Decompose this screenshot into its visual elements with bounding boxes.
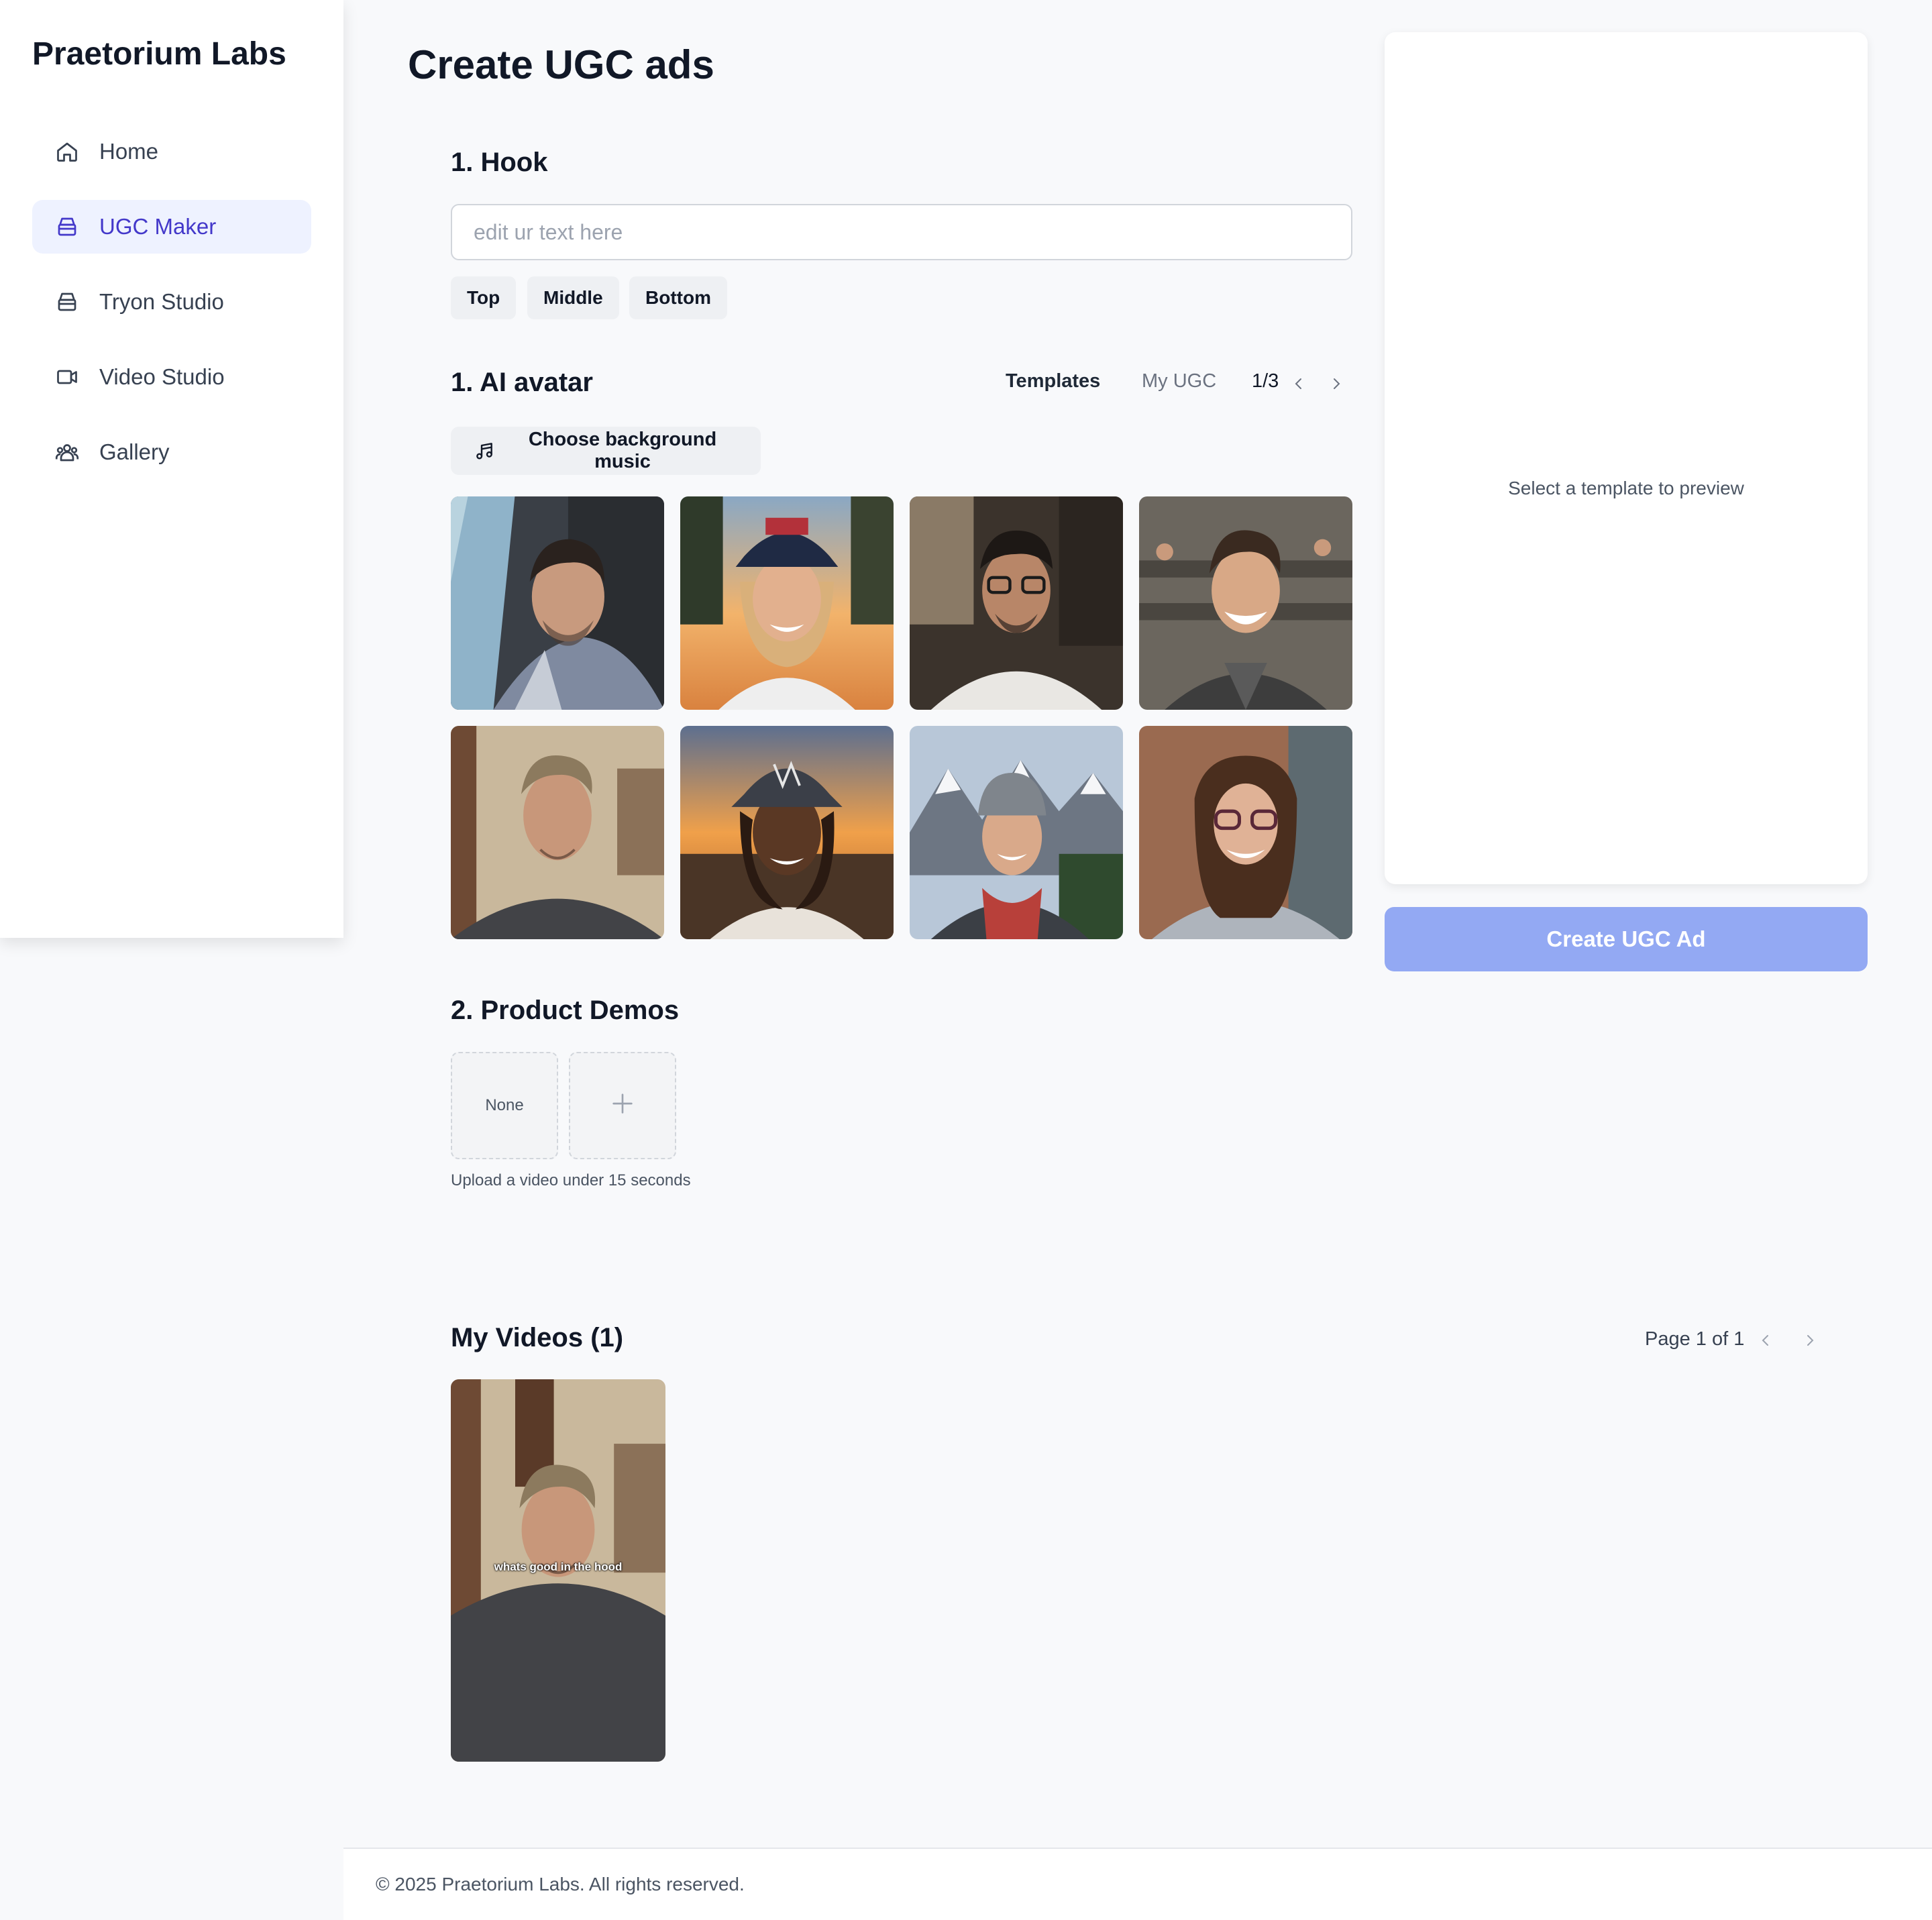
- choose-music-label: Choose background music: [528, 429, 717, 472]
- avatar-thumbnail[interactable]: [1139, 496, 1352, 710]
- sidebar-item-label: Home: [99, 139, 159, 164]
- sidebar-item-label: UGC Maker: [99, 214, 217, 239]
- chevron-right-icon[interactable]: [1801, 1331, 1819, 1350]
- videos-page-indicator: Page 1 of 1: [1645, 1328, 1745, 1350]
- sidebar-item-home[interactable]: Home: [32, 125, 311, 178]
- sidebar-item-video-studio[interactable]: Video Studio: [32, 350, 311, 404]
- demo-none-option[interactable]: None: [451, 1052, 558, 1159]
- avatar-thumbnail[interactable]: [680, 496, 894, 710]
- avatar-grid: [451, 496, 1352, 939]
- box-icon: [55, 215, 79, 239]
- chevron-left-icon[interactable]: [1289, 374, 1308, 393]
- sidebar-nav: Home UGC Maker Tryon Studio Video Studio…: [32, 125, 311, 479]
- footer: © 2025 Praetorium Labs. All rights reser…: [343, 1848, 1932, 1920]
- avatar-page-indicator: 1/3: [1252, 370, 1279, 392]
- choose-music-button[interactable]: Choose background music: [451, 427, 761, 475]
- avatar-thumbnail[interactable]: [451, 726, 664, 939]
- music-note-icon: [474, 440, 495, 462]
- sidebar-item-tryon-studio[interactable]: Tryon Studio: [32, 275, 311, 329]
- avatar-thumbnail[interactable]: [1139, 726, 1352, 939]
- position-top-button[interactable]: Top: [451, 276, 517, 319]
- hook-section-title: 1. Hook: [451, 148, 548, 177]
- sidebar-item-ugc-maker[interactable]: UGC Maker: [32, 200, 311, 254]
- users-icon: [55, 440, 79, 464]
- avatar-thumbnail[interactable]: [910, 726, 1123, 939]
- tab-my-ugc[interactable]: My UGC: [1142, 370, 1216, 392]
- sidebar-item-label: Gallery: [99, 439, 170, 464]
- sidebar-item-gallery[interactable]: Gallery: [32, 425, 311, 479]
- hook-text-input[interactable]: [451, 204, 1352, 260]
- sidebar-item-label: Video Studio: [99, 364, 225, 389]
- demos-section-title: 2. Product Demos: [451, 996, 680, 1025]
- tab-templates[interactable]: Templates: [1006, 370, 1100, 392]
- box-icon: [55, 290, 79, 314]
- chevron-right-icon[interactable]: [1327, 374, 1346, 393]
- template-preview-panel: Select a template to preview: [1385, 32, 1868, 884]
- plus-icon: [609, 1090, 636, 1122]
- brand-logo: Praetorium Labs: [32, 36, 286, 72]
- demo-upload-button[interactable]: [569, 1052, 676, 1159]
- home-icon: [55, 140, 79, 164]
- sidebar-item-label: Tryon Studio: [99, 289, 224, 314]
- sidebar: Praetorium Labs Home UGC Maker Tryon Stu…: [0, 0, 343, 938]
- footer-copyright: © 2025 Praetorium Labs. All rights reser…: [376, 1874, 745, 1895]
- demo-upload-note: Upload a video under 15 seconds: [451, 1171, 691, 1189]
- video-caption: whats good in the hood: [494, 1560, 623, 1573]
- create-ugc-ad-button[interactable]: Create UGC Ad: [1385, 907, 1868, 971]
- avatar-section-title: 1. AI avatar: [451, 368, 593, 397]
- chevron-left-icon[interactable]: [1756, 1331, 1775, 1350]
- position-middle-button[interactable]: Middle: [527, 276, 619, 319]
- videos-section-title: My Videos (1): [451, 1323, 624, 1352]
- page-title: Create UGC ads: [408, 42, 714, 87]
- video-camera-icon: [55, 365, 79, 389]
- avatar-thumbnail[interactable]: [910, 496, 1123, 710]
- avatar-thumbnail[interactable]: [451, 496, 664, 710]
- position-bottom-button[interactable]: Bottom: [629, 276, 727, 319]
- avatar-thumbnail[interactable]: [680, 726, 894, 939]
- video-thumbnail[interactable]: whats good in the hood: [451, 1379, 665, 1762]
- preview-placeholder: Select a template to preview: [1508, 478, 1744, 498]
